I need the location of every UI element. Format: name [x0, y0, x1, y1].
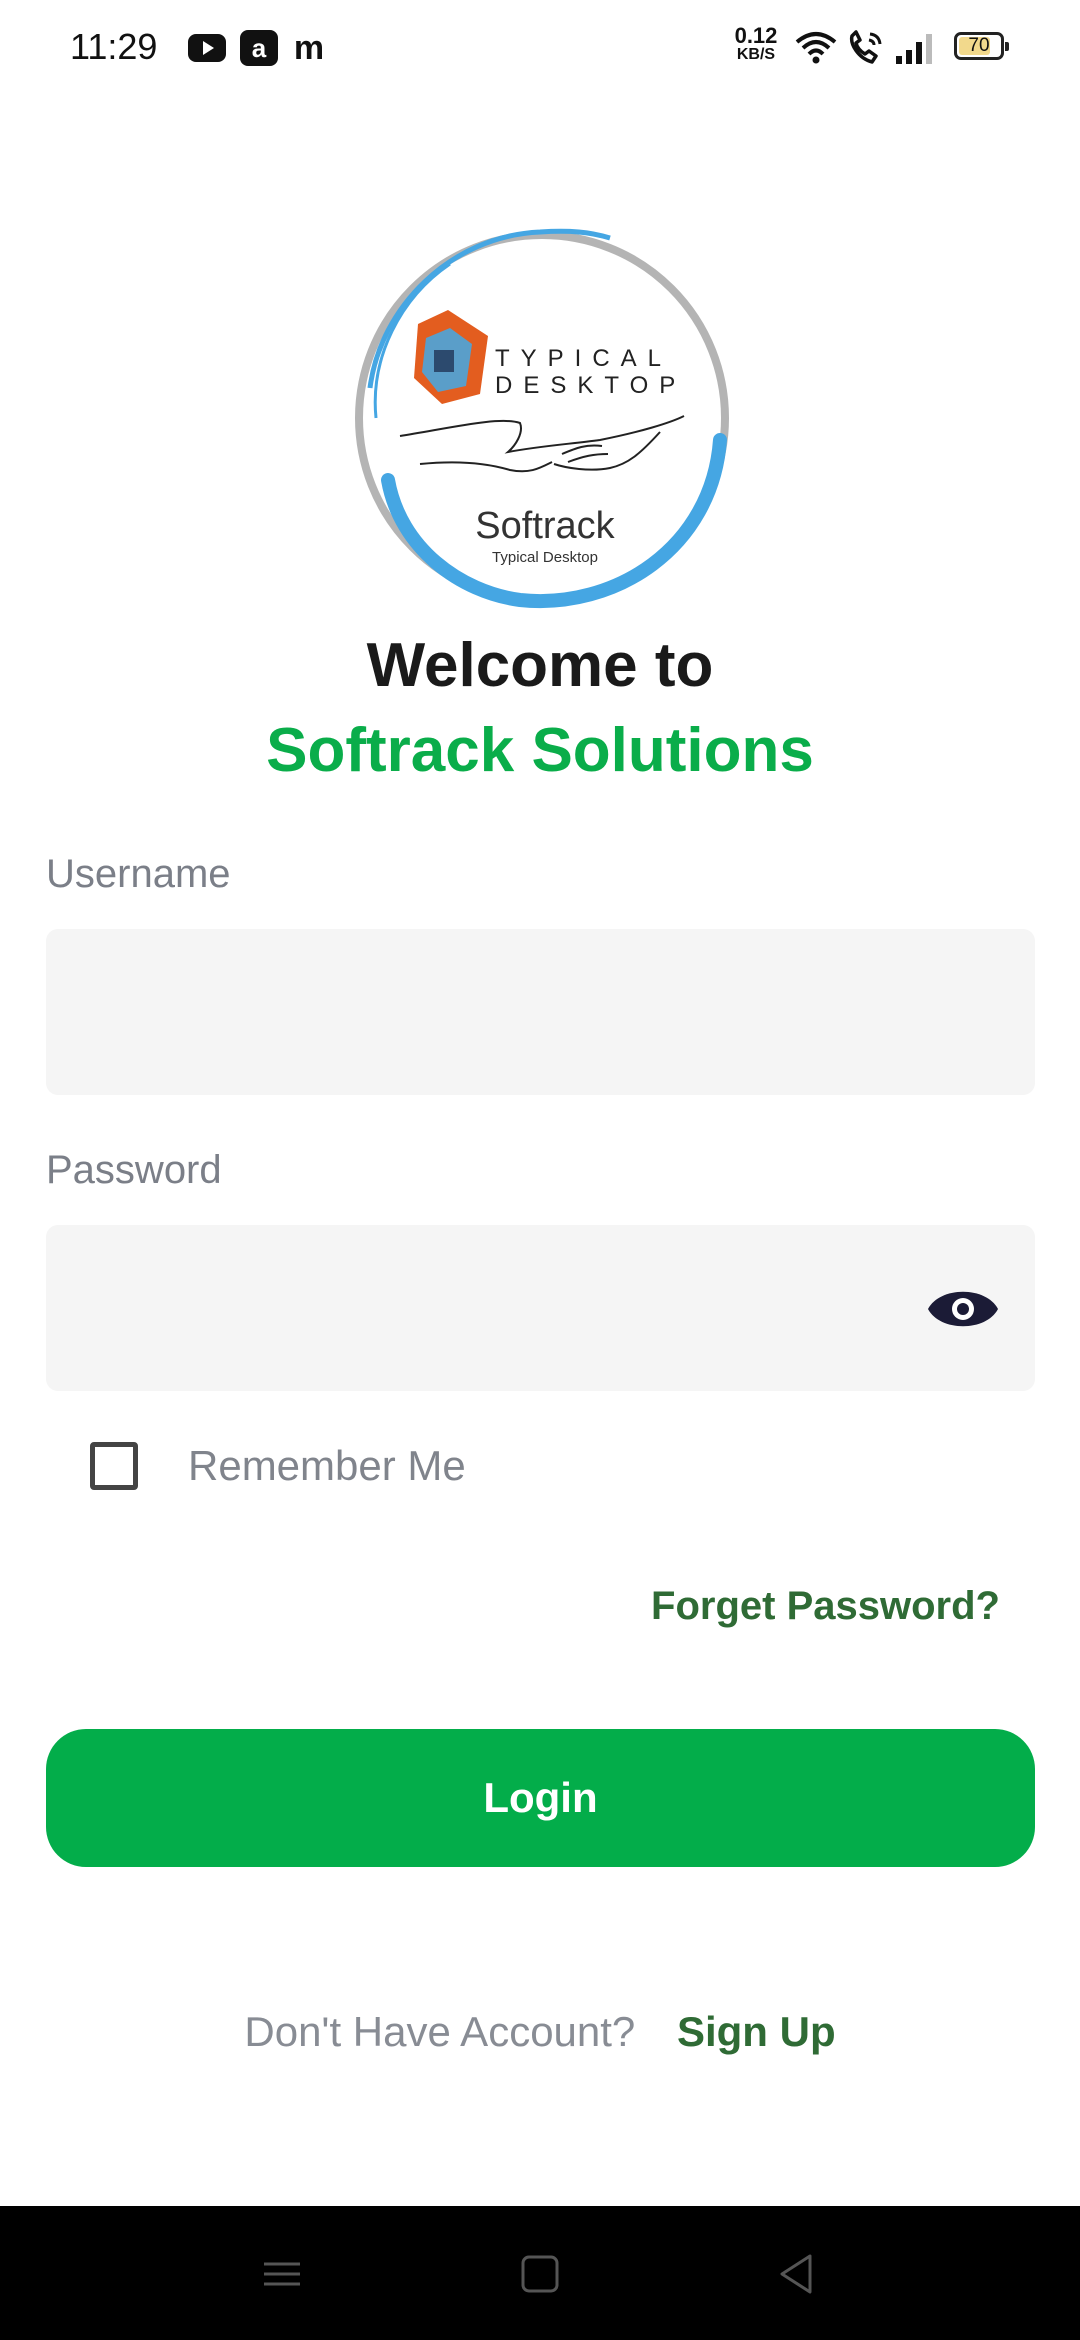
brand-heading: Softrack Solutions	[266, 716, 814, 785]
wifi-icon	[794, 30, 838, 71]
welcome-heading: Welcome to	[366, 631, 714, 700]
remember-me-toggle[interactable]: Remember Me	[90, 1437, 466, 1495]
back-nav-icon[interactable]	[768, 2244, 828, 2304]
system-navigation-bar	[0, 2206, 1080, 2340]
m-app-icon: m	[293, 28, 325, 67]
show-password-eye-icon[interactable]	[926, 1282, 1000, 1336]
network-speed: 0.12 KB/S	[728, 23, 784, 64]
battery-level: 70	[968, 35, 990, 56]
signup-prompt: Don't Have Account?	[244, 2008, 636, 2055]
battery-icon: 70	[954, 32, 1009, 60]
menu-nav-icon[interactable]	[252, 2244, 312, 2304]
status-bar: 11:29 a m 0.12 KB/S 70	[0, 0, 1080, 96]
youtube-icon	[188, 30, 226, 66]
remember-me-checkbox[interactable]	[90, 1442, 138, 1490]
home-nav-icon[interactable]	[510, 2244, 570, 2304]
username-input[interactable]	[46, 929, 1035, 1095]
logo-tagline: Typical Desktop	[492, 549, 598, 566]
logo-name: Softrack	[475, 505, 615, 547]
logo-line1: TYPICAL	[495, 345, 673, 372]
signup-link[interactable]: Sign Up	[677, 2008, 836, 2055]
network-speed-value: 0.12	[734, 23, 778, 48]
login-button[interactable]: Login	[46, 1729, 1035, 1867]
username-label: Username	[46, 852, 231, 896]
signal-icon	[894, 30, 938, 71]
wifi-calling-icon	[846, 30, 886, 71]
status-time: 11:29	[70, 26, 158, 67]
remember-me-label: Remember Me	[188, 1442, 466, 1489]
password-input[interactable]	[46, 1225, 1035, 1391]
a-app-icon: a	[240, 30, 278, 66]
forgot-password-link[interactable]: Forget Password?	[651, 1584, 1000, 1629]
password-label: Password	[46, 1148, 222, 1192]
signup-row: Don't Have Account? Sign Up	[0, 2008, 1080, 2056]
logo-line2: DESKTOP	[495, 372, 687, 399]
